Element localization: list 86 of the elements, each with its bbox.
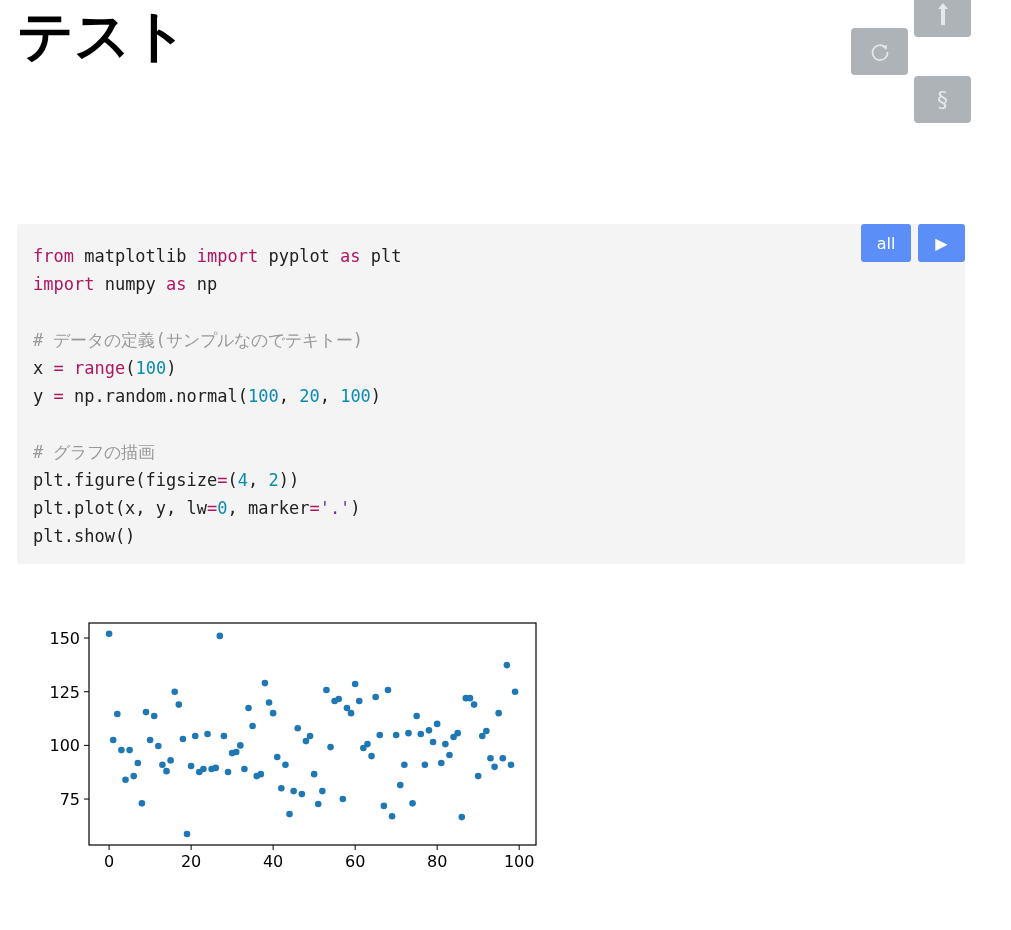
data-point	[310, 770, 318, 778]
section-button[interactable]: §	[914, 76, 971, 123]
y-tick	[83, 798, 90, 800]
data-point	[241, 765, 248, 773]
y-tick-label: 100	[49, 736, 80, 756]
y-tick	[83, 637, 90, 639]
data-point	[458, 813, 466, 821]
data-point	[191, 732, 199, 740]
data-point	[220, 732, 228, 740]
code-line: import numpy as np	[33, 273, 218, 296]
y-tick-label: 150	[49, 629, 80, 649]
data-point	[405, 729, 412, 737]
run-button[interactable]: ▶	[918, 224, 965, 262]
data-point	[339, 795, 347, 803]
data-point	[183, 830, 191, 838]
reload-icon	[869, 41, 890, 62]
data-point	[495, 709, 502, 717]
x-tick	[190, 844, 192, 851]
x-tick	[436, 844, 438, 851]
code-line: plt.show()	[33, 525, 136, 548]
data-point	[409, 800, 416, 807]
up-arrow-icon	[937, 2, 948, 25]
data-point	[503, 661, 511, 669]
data-point	[319, 787, 326, 795]
data-point	[171, 688, 178, 695]
x-tick-label: 60	[344, 852, 366, 871]
code-line: plt.figure(figsize=(4, 2))	[33, 469, 300, 492]
y-tick-label: 125	[49, 682, 80, 702]
x-tick	[108, 844, 110, 851]
data-point	[265, 699, 273, 706]
x-tick-label: 40	[262, 852, 284, 871]
data-point	[474, 772, 482, 780]
data-point	[249, 722, 256, 730]
code-line: from matplotlib import pyplot as plt	[33, 245, 402, 268]
data-point	[286, 810, 293, 818]
data-point	[179, 735, 187, 743]
data-point	[372, 693, 379, 701]
data-point	[138, 800, 146, 807]
data-point	[109, 736, 117, 744]
data-point	[114, 710, 121, 718]
data-point	[327, 743, 334, 751]
data-point	[396, 781, 404, 789]
data-point	[351, 680, 359, 688]
data-point	[269, 709, 277, 717]
data-point	[323, 686, 330, 694]
reload-button[interactable]	[851, 28, 908, 75]
data-point	[261, 679, 269, 687]
y-tick-label: 75	[59, 790, 80, 810]
data-point	[204, 730, 211, 738]
y-tick	[83, 744, 90, 746]
data-point	[216, 632, 224, 640]
x-tick	[272, 844, 274, 851]
run-all-button[interactable]: all	[861, 224, 911, 262]
data-point	[401, 761, 408, 768]
data-point	[429, 738, 437, 746]
data-point	[175, 701, 183, 708]
data-point	[224, 768, 232, 776]
data-point	[314, 800, 322, 808]
x-tick	[354, 844, 356, 851]
x-tick-label: 80	[427, 852, 448, 871]
code-line: plt.plot(x, y, lw=0, marker='.')	[33, 497, 361, 520]
data-point	[392, 731, 400, 739]
code-line: x = range(100)	[33, 357, 177, 380]
page-title: テスト	[17, 2, 188, 70]
data-point	[421, 761, 429, 768]
data-point	[376, 731, 384, 739]
data-point	[134, 759, 142, 767]
code-line: # グラフの描画	[33, 441, 156, 464]
scroll-top-button[interactable]	[914, 0, 971, 37]
x-tick-label: 20	[180, 852, 202, 871]
data-point	[355, 697, 363, 705]
data-point	[413, 712, 420, 720]
data-point	[384, 686, 392, 694]
data-point	[388, 812, 396, 820]
x-tick-label: 100	[503, 852, 535, 871]
code-line: y = np.random.normal(100, 20, 100)	[33, 385, 382, 408]
data-point	[511, 688, 519, 695]
data-point	[278, 785, 285, 792]
data-point	[294, 724, 302, 732]
data-point	[245, 704, 252, 712]
data-point	[105, 630, 113, 638]
code-line: # データの定義(サンプルなのでテキトー)	[33, 329, 363, 352]
x-tick	[518, 844, 520, 851]
x-tick-label: 0	[104, 852, 115, 871]
y-tick	[83, 691, 90, 693]
data-point	[380, 802, 388, 810]
